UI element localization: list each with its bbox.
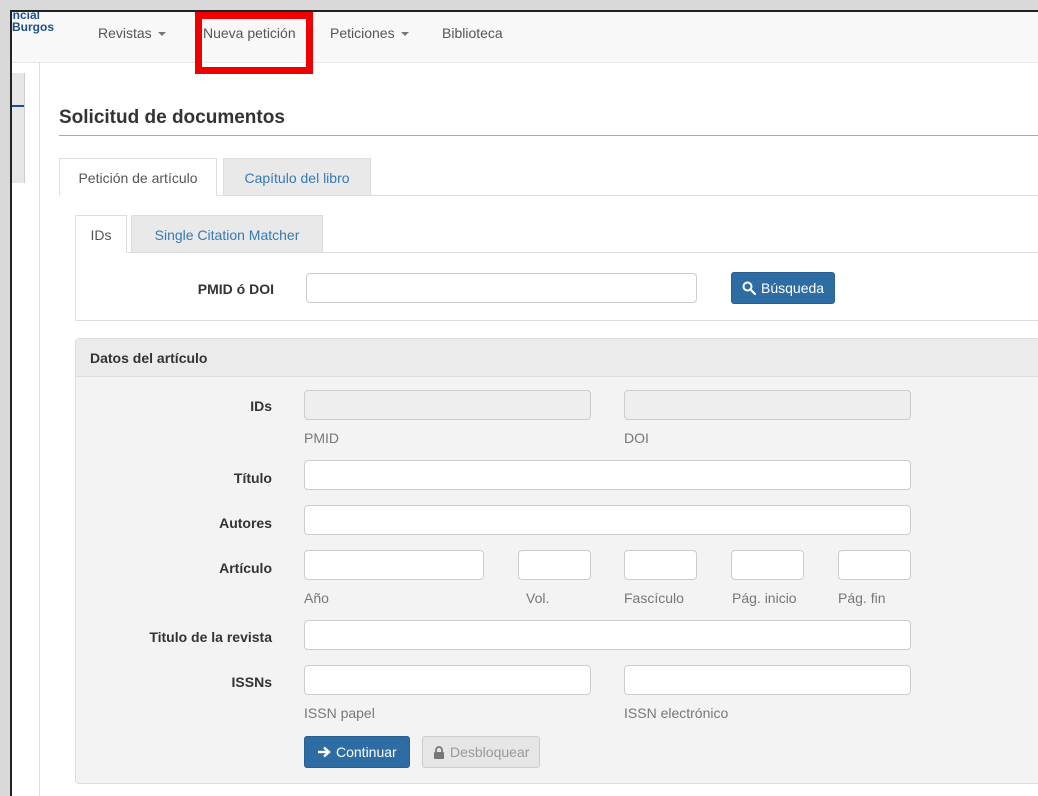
fasciculo-help: Fascículo [624, 590, 684, 606]
subtab-ids[interactable]: IDs [75, 215, 127, 253]
pag-inicio-help: Pág. inicio [732, 590, 797, 606]
search-icon [742, 281, 756, 295]
subtab-label: IDs [90, 227, 112, 243]
issns-label: ISSNs [231, 674, 272, 690]
brand-line-2: Burgos [12, 20, 54, 34]
nav-peticiones-label: Peticiones [330, 25, 395, 41]
vol-input[interactable] [518, 550, 591, 580]
tab-peticion-articulo[interactable]: Petición de artículo [59, 158, 217, 196]
articulo-label: Artículo [219, 560, 272, 576]
issn-papel-input[interactable] [304, 665, 591, 695]
sidebar-divider [39, 62, 40, 796]
browser-viewport: encial Burgos Revistas Nueva petición Pe… [10, 10, 1038, 796]
brand-logo[interactable]: encial Burgos [12, 12, 54, 34]
sub-tabs: IDs Single Citation Matcher [75, 215, 1038, 255]
main-tabs: Petición de artículo Capítulo del libro [59, 158, 1038, 198]
autores-label: Autores [219, 515, 272, 531]
pag-fin-input[interactable] [838, 550, 911, 580]
anio-input[interactable] [304, 550, 484, 580]
top-navbar: encial Burgos Revistas Nueva petición Pe… [12, 12, 1038, 63]
pmid-doi-input[interactable] [306, 273, 697, 303]
issn-electronico-input[interactable] [624, 665, 911, 695]
title-divider [59, 135, 1038, 136]
tab-label: Capítulo del libro [244, 170, 350, 186]
nav-biblioteca-label: Biblioteca [442, 25, 503, 41]
doi-help: DOI [624, 430, 649, 446]
vol-help: Vol. [526, 590, 550, 606]
tabs-baseline [217, 195, 1038, 196]
pmid-help: PMID [304, 430, 339, 446]
titulo-input[interactable] [304, 460, 911, 490]
search-button-label: Búsqueda [761, 280, 825, 296]
continue-button-label: Continuar [336, 744, 397, 760]
arrow-right-icon [318, 746, 331, 758]
tab-capitulo-libro[interactable]: Capítulo del libro [223, 158, 371, 196]
continue-button[interactable]: Continuar [304, 736, 410, 768]
lock-icon [434, 745, 444, 759]
ids-label: IDs [250, 398, 272, 414]
highlight-annotation-box [195, 12, 313, 74]
sidebar-collapsed[interactable] [12, 73, 25, 183]
subtab-single-citation-matcher[interactable]: Single Citation Matcher [131, 215, 323, 253]
pag-fin-help: Pág. fin [838, 590, 886, 606]
panel-heading: Datos del artículo [76, 339, 1038, 377]
pag-inicio-input[interactable] [731, 550, 804, 580]
pmid-doi-label: PMID ó DOI [197, 281, 274, 297]
fasciculo-input[interactable] [624, 550, 697, 580]
revista-input[interactable] [304, 620, 911, 650]
unlock-button[interactable]: Desbloquear [422, 736, 541, 768]
doi-input [624, 390, 911, 420]
unlock-button-label: Desbloquear [450, 744, 530, 760]
caret-down-icon [157, 32, 166, 37]
panel-title: Datos del artículo [90, 350, 208, 366]
anio-help: Año [304, 590, 329, 606]
tab-label: Petición de artículo [78, 170, 198, 186]
search-button[interactable]: Búsqueda [731, 272, 836, 304]
autores-input[interactable] [304, 505, 911, 535]
nav-peticiones[interactable]: Peticiones [330, 25, 409, 41]
caret-down-icon [400, 32, 409, 37]
titulo-label: Título [233, 470, 272, 486]
nav-biblioteca[interactable]: Biblioteca [442, 25, 503, 41]
pmid-input [304, 390, 591, 420]
sidebar-active-marker [12, 105, 24, 107]
page-title: Solicitud de documentos [59, 107, 285, 128]
issn-electronico-help: ISSN electrónico [624, 705, 729, 721]
nav-revistas-label: Revistas [98, 25, 152, 41]
nav-revistas[interactable]: Revistas [98, 25, 166, 41]
subtab-label: Single Citation Matcher [154, 227, 300, 243]
revista-label: Titulo de la revista [149, 629, 272, 645]
issn-papel-help: ISSN papel [304, 705, 375, 721]
